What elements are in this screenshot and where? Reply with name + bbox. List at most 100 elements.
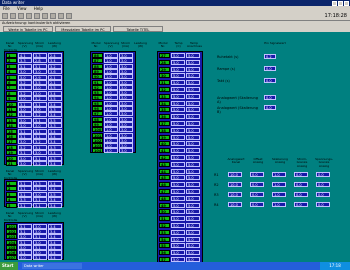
groupD-cell: 3.0 xyxy=(119,116,133,122)
groupA-cell: 2.1 xyxy=(48,74,62,80)
help-icon[interactable] xyxy=(66,13,72,19)
start-button[interactable]: Start xyxy=(0,262,18,270)
groupA-cell: 3.2 xyxy=(33,112,47,118)
groupE-cell: 5.0 xyxy=(171,250,185,256)
groupD-cell: 3.0 xyxy=(119,68,133,74)
groupE-cell: 5.0 xyxy=(171,209,185,215)
groupA-cell: 11 xyxy=(6,107,17,112)
menu-file[interactable]: File xyxy=(3,6,10,11)
cut-icon[interactable] xyxy=(26,13,32,19)
groupE-cell: 5.0 xyxy=(186,209,200,215)
groupD-header-1: Modul Nr. xyxy=(91,41,101,49)
groupE-cell: 48 xyxy=(159,195,170,201)
groupA-cell: 3.6 xyxy=(48,69,62,75)
groupB-header-2: Spannung (V) xyxy=(18,169,34,177)
groupA-cell: 3.2 xyxy=(18,80,32,85)
groupA-cell: 2.9 xyxy=(33,74,47,80)
groupD-cell: 1.0 xyxy=(104,127,118,133)
toolbar-clock: 17:18:28 xyxy=(324,13,347,19)
lower-right-value: 10.0 xyxy=(228,192,242,197)
groupE-cell: 31 xyxy=(159,80,170,86)
groupA-cell: 3.0 xyxy=(18,69,32,75)
groupA-cell: 7 xyxy=(6,85,17,91)
maximize-icon[interactable] xyxy=(338,0,343,6)
groupD-cell: 3.0 xyxy=(119,74,133,80)
groupE-cell: 5.0 xyxy=(186,59,200,65)
groupE-cell: 32 xyxy=(159,87,170,92)
groupA-cell: 3.1 xyxy=(33,117,47,123)
groupA-cell: 2 xyxy=(6,58,17,64)
groupE-cell: 55 xyxy=(159,243,170,249)
stop-icon[interactable] xyxy=(58,13,64,19)
menu-help[interactable]: Help xyxy=(34,6,43,11)
copy-icon[interactable] xyxy=(34,13,40,19)
groupB-cell: 3.5 xyxy=(48,191,62,197)
lower-right-header: Analogwert Kanal xyxy=(227,157,245,165)
groupA-cell: 3.3 xyxy=(48,144,62,150)
param-label: Analogwert (Skalierung A) xyxy=(217,95,258,104)
groupE-cell: 5.0 xyxy=(171,175,185,181)
groupD-cell: 3.0 xyxy=(119,137,133,143)
close-icon[interactable] xyxy=(344,0,349,6)
groupA-cell: 3.5 xyxy=(48,117,62,123)
groupB-cell: 3.2 xyxy=(33,186,47,192)
groupE-cell: 5.0 xyxy=(186,53,200,58)
lower-right-row-label: R3 xyxy=(214,192,219,197)
groupE-cell: 5.0 xyxy=(171,121,185,126)
groupE-cell: 27 xyxy=(159,53,170,58)
groupD-cell: 100 xyxy=(92,127,103,133)
paste-icon[interactable] xyxy=(42,13,48,19)
groupE-cell: 5.0 xyxy=(186,107,200,113)
groupE-cell: 5.0 xyxy=(171,107,185,113)
minimize-icon[interactable] xyxy=(332,0,337,6)
groupD-cell: 103 xyxy=(92,143,103,149)
groupA-cell: 3.4 xyxy=(48,150,62,156)
groupB-cell: 2 xyxy=(6,186,17,192)
groupD-cell: 1.0 xyxy=(104,121,118,127)
groupD-cell: 95 xyxy=(92,100,103,106)
groupA-cell: 3.4 xyxy=(48,134,62,139)
save-icon[interactable] xyxy=(10,13,16,19)
groupD-cell: 1.0 xyxy=(104,148,118,154)
print-icon[interactable] xyxy=(18,13,24,19)
groupA-cell: 3.1 xyxy=(33,144,47,150)
groupA-cell: 3.4 xyxy=(48,58,62,64)
groupD-cell: 3.0 xyxy=(119,143,133,149)
groupE-cell: 35 xyxy=(159,107,170,113)
groupA-cell: 3.4 xyxy=(48,90,62,96)
groupA-cell: 3.0 xyxy=(18,123,32,129)
taskbar-app-button[interactable]: Data writer xyxy=(22,263,82,269)
groupA-cell: 3.3 xyxy=(48,107,62,112)
param-label: Analogwert (Skalierung B) xyxy=(217,105,258,114)
groupA-cell: 20 xyxy=(6,155,17,161)
groupA-cell: 3.1 xyxy=(18,128,32,134)
groupD-cell: 101 xyxy=(92,132,103,138)
groupA-header-4: Leistung (W) xyxy=(48,41,61,49)
record-icon[interactable] xyxy=(50,13,56,19)
groupD-cell: 3.0 xyxy=(119,90,133,96)
lower-right-row-label: R2 xyxy=(214,182,219,187)
groupD-cell: 1.0 xyxy=(104,79,118,85)
groupE-cell: 30 xyxy=(159,73,170,79)
groupA-cell: 3.1 xyxy=(18,150,32,156)
lower-right-value: 1.0 xyxy=(272,172,286,177)
lower-right-header: Skalierung Analog xyxy=(272,157,288,165)
param-value: 0.0 xyxy=(264,95,276,100)
groupA-cell: 3.4 xyxy=(48,161,62,166)
groupA-cell: 3.0 xyxy=(18,117,32,123)
lower-right-headers: Analogwert Kanal Offset Analog Skalierung … xyxy=(226,157,346,170)
open-icon[interactable] xyxy=(2,13,8,19)
lower-right-value: 0.0 xyxy=(294,182,308,187)
groupA-cell: 3.1 xyxy=(18,112,32,118)
groupB-cell: 3.0 xyxy=(33,191,47,197)
groupA-cell: 3.0 xyxy=(33,90,47,96)
groupA-cell: 3.2 xyxy=(48,63,62,69)
groupE-cell: 49 xyxy=(159,202,170,208)
groupE-cell: 5.0 xyxy=(186,229,200,235)
groupD-cell: 93 xyxy=(92,90,103,96)
groupA-cell: 3.0 xyxy=(18,96,32,102)
groupE-cell: 5.0 xyxy=(171,59,185,65)
groupD-header-3: Strom (mA) xyxy=(120,41,130,49)
groupB-cell: 3.4 xyxy=(48,197,62,203)
menu-view[interactable]: View xyxy=(17,6,27,11)
